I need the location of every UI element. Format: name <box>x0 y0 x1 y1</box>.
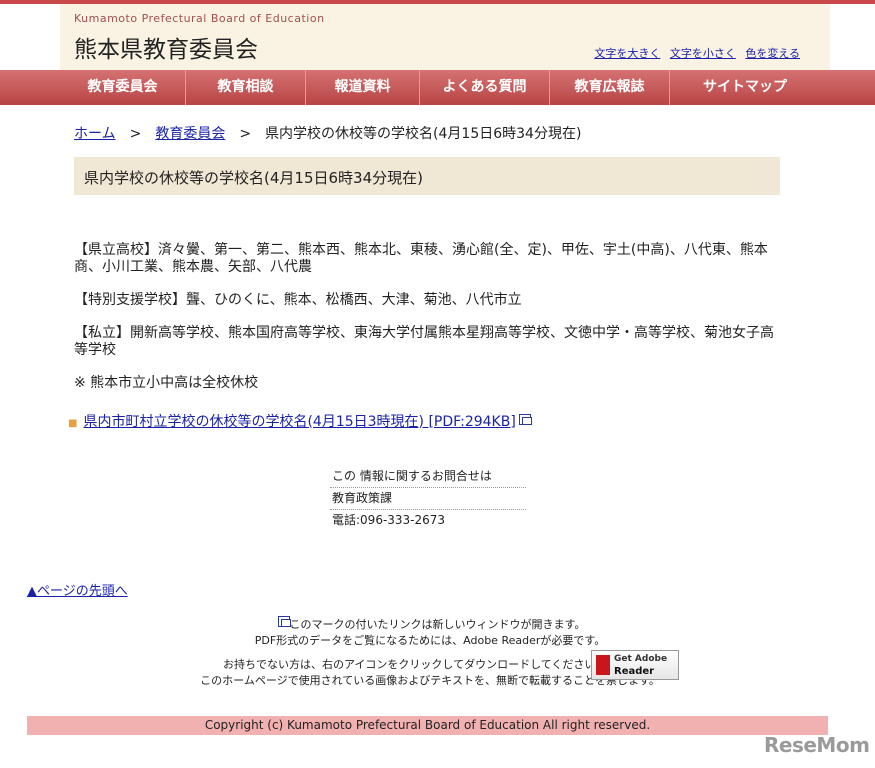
adobe-reader-badge[interactable]: Get Adobe Reader <box>591 650 679 680</box>
change-color-link[interactable]: 色を変える <box>745 47 800 60</box>
new-window-icon <box>277 616 291 627</box>
breadcrumb-separator: > <box>239 126 252 142</box>
adobe-badge-line1: Get Adobe <box>614 654 668 664</box>
font-smaller-link[interactable]: 文字を小さく <box>670 47 736 60</box>
new-window-note: このマークの付いたリンクは新しいウィンドウが開きます。 <box>60 616 800 633</box>
download-note: お持ちでない方は、右のアイコンをクリックしてダウンロードしてください。(無料) <box>222 658 638 671</box>
main-content: 【県立高校】済々黌、第一、第二、熊本西、熊本北、東稜、湧心館(全、定)、甲佐、宇… <box>74 242 780 408</box>
contact-box: この 情報に関するお問合せは 教育政策課 電話:096-333-2673 <box>330 466 526 532</box>
breadcrumb-home[interactable]: ホーム <box>74 126 116 142</box>
nav-item[interactable]: 教育相談 <box>186 70 306 105</box>
global-nav-items: 教育委員会 教育相談 報道資料 よくある質問 教育広報誌 サイトマップ <box>60 70 820 105</box>
site-header: Kumamoto Prefectural Board of Education … <box>60 4 830 70</box>
nav-item[interactable]: サイトマップ <box>670 70 820 105</box>
breadcrumb-separator: > <box>129 126 142 142</box>
footer-notes: このマークの付いたリンクは新しいウィンドウが開きます。 PDF形式のデータをご覧… <box>60 616 800 689</box>
resemom-watermark: ReseMom <box>764 733 870 757</box>
global-nav: 教育委員会 教育相談 報道資料 よくある質問 教育広報誌 サイトマップ <box>0 70 875 105</box>
contact-department: 教育政策課 <box>330 488 526 510</box>
pdf-download-link[interactable]: 県内市町村立学校の休校等の学校名(4月15日3時現在) [PDF:294KB] <box>83 414 515 430</box>
new-window-note-text: このマークの付いたリンクは新しいウィンドウが開きます。 <box>289 618 586 631</box>
bullet-icon: ■ <box>68 418 78 429</box>
page-title-box: 県内学校の休校等の学校名(4月15日6時34分現在) <box>74 157 780 195</box>
contact-heading: この 情報に関するお問合せは <box>330 466 526 488</box>
site-name-english: Kumamoto Prefectural Board of Education <box>74 12 325 25</box>
private-schools-text: 【私立】開新高等学校、熊本国府高等学校、東海大学付属熊本星翔高等学校、文徳中学・… <box>74 325 774 358</box>
nav-item[interactable]: 報道資料 <box>306 70 420 105</box>
kumamoto-city-note: ※ 熊本市立小中高は全校休校 <box>74 375 259 391</box>
accessibility-links: 文字を大きく 文字を小さく 色を変える <box>588 45 800 61</box>
pdf-reader-note: PDF形式のデータをご覧になるためには、Adobe Readerが必要です。 <box>254 634 606 647</box>
prefectural-high-schools-text: 【県立高校】済々黌、第一、第二、熊本西、熊本北、東稜、湧心館(全、定)、甲佐、宇… <box>74 242 768 275</box>
page-top-link-wrap: ▲ページの先頭へ <box>27 580 128 599</box>
nav-item[interactable]: 教育広報誌 <box>550 70 670 105</box>
breadcrumb-parent[interactable]: 教育委員会 <box>155 126 225 142</box>
nav-item[interactable]: 教育委員会 <box>60 70 186 105</box>
nav-item[interactable]: よくある質問 <box>420 70 550 105</box>
page-title: 県内学校の休校等の学校名(4月15日6時34分現在) <box>84 169 423 187</box>
font-larger-link[interactable]: 文字を大きく <box>594 47 660 60</box>
page-top-link[interactable]: ▲ページの先頭へ <box>27 584 128 599</box>
copyright-notice: このホームページで使用されている画像およびテキストを、無断で転載することを禁じま… <box>200 674 660 687</box>
adobe-badge-line2: Reader <box>614 666 655 677</box>
contact-phone: 電話:096-333-2673 <box>332 513 446 527</box>
breadcrumb-current: 県内学校の休校等の学校名(4月15日6時34分現在) <box>265 126 582 142</box>
site-logo-title[interactable]: 熊本県教育委員会 <box>74 30 258 64</box>
breadcrumb: ホーム > 教育委員会 > 県内学校の休校等の学校名(4月15日6時34分現在) <box>74 123 581 143</box>
special-support-schools-text: 【特別支援学校】聾、ひのくに、熊本、松橋西、大津、菊池、八代市立 <box>74 292 522 308</box>
copyright-bar: Copyright (c) Kumamoto Prefectural Board… <box>27 716 828 735</box>
adobe-logo-icon <box>596 655 610 675</box>
pdf-link-row: ■ 県内市町村立学校の休校等の学校名(4月15日3時現在) [PDF:294KB] <box>68 411 532 431</box>
new-window-icon <box>518 414 532 425</box>
